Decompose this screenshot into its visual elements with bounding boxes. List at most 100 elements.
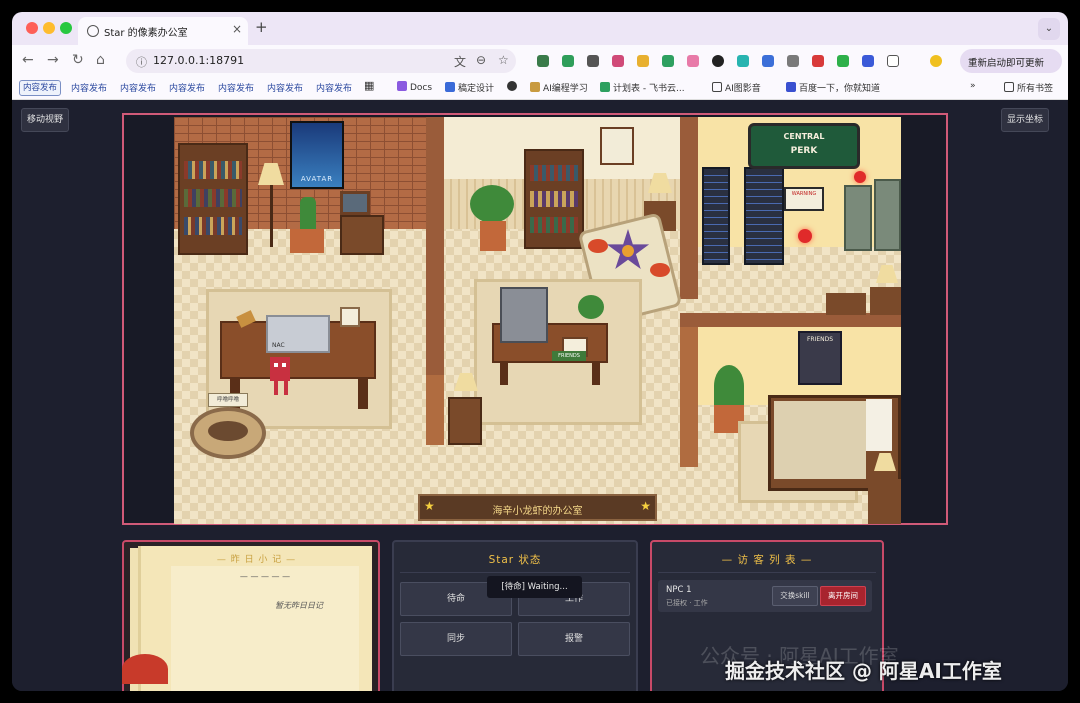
bookmark-content-publish[interactable]: 内容发布 <box>120 81 156 94</box>
bookmark-content-publish[interactable]: 内容发布 <box>71 81 107 94</box>
bookmark-docs[interactable]: Docs <box>397 81 432 93</box>
profile-avatar[interactable] <box>930 55 942 67</box>
maximize-window-button[interactable] <box>60 22 72 34</box>
active-tab[interactable]: Star 的像素办公室 × <box>78 17 248 45</box>
tab-bar: Star 的像素办公室 × + ⌄ <box>12 12 1068 45</box>
crab-claw <box>588 239 608 253</box>
state-sync-button[interactable]: 同步 <box>400 622 512 656</box>
extension-icon[interactable] <box>537 55 549 67</box>
url-text[interactable]: 127.0.0.1:18791 <box>153 54 244 67</box>
globe-icon <box>507 81 517 91</box>
new-tab-button[interactable]: + <box>255 18 268 36</box>
back-arrow-icon[interactable]: ← <box>22 52 34 68</box>
state-alarm-button[interactable]: 报警 <box>518 622 630 656</box>
update-button-label: 重新启动即可更新 <box>968 58 1045 69</box>
extension-icon[interactable] <box>612 55 624 67</box>
extensions-puzzle-icon[interactable] <box>887 55 899 67</box>
bookmark-ai-learning[interactable]: AI编程学习 <box>530 81 588 94</box>
show-coords-button[interactable]: 显示坐标 <box>1001 108 1049 132</box>
leave-room-button[interactable]: 离开房间 <box>820 586 866 606</box>
central-perk-sign: CENTRAL PERK <box>748 123 860 169</box>
minimize-window-button[interactable] <box>43 22 55 34</box>
character-eye <box>282 363 286 367</box>
bookmark-content-publish[interactable]: 内容发布 <box>267 81 303 94</box>
reload-icon[interactable]: ↻ <box>72 52 84 68</box>
nightstand <box>868 479 901 524</box>
pixel-office-scene[interactable]: AVATAR NAC 呼噜呼噜 FRIENDS CENTRAL PERK WAR… <box>174 117 901 524</box>
extension-icon[interactable] <box>837 55 849 67</box>
zoom-icon[interactable]: ⊖ <box>476 53 486 67</box>
books <box>184 217 242 235</box>
books <box>530 165 578 181</box>
bookmark-plan[interactable]: 计划表 - 飞书云... <box>600 81 685 94</box>
bookmark-plan-label: 计划表 - 飞书云... <box>613 84 685 94</box>
table-leg <box>500 363 508 385</box>
extension-icon[interactable] <box>587 55 599 67</box>
sign-line2: PERK <box>790 146 818 156</box>
bookmark-ai-image[interactable]: AI图影音 <box>712 81 761 94</box>
swap-skill-button[interactable]: 交换skill <box>772 586 818 606</box>
extension-icon[interactable] <box>637 55 649 67</box>
baidu-icon <box>786 82 796 92</box>
bookmark-ai-image-label: AI图影音 <box>725 84 761 94</box>
side-table <box>448 397 482 445</box>
extension-icon[interactable] <box>737 55 749 67</box>
extension-icon[interactable] <box>787 55 799 67</box>
character-leg <box>274 381 278 395</box>
tab-search-button[interactable]: ⌄ <box>1038 18 1060 40</box>
sleeping-pet[interactable] <box>208 421 248 441</box>
forward-arrow-icon[interactable]: → <box>47 52 59 68</box>
computer-monitor[interactable]: NAC <box>266 315 330 353</box>
extension-icon[interactable] <box>762 55 774 67</box>
bed-blanket <box>774 401 866 479</box>
mushroom-decoration <box>122 654 168 684</box>
apps-grid-icon[interactable]: ▦ <box>364 79 374 92</box>
filing-cabinet <box>844 185 872 251</box>
alarm-light <box>798 229 812 243</box>
extension-icon[interactable] <box>687 55 699 67</box>
folder-icon <box>530 82 540 92</box>
divider-wall <box>426 375 444 445</box>
character-eye <box>274 363 278 367</box>
translate-icon[interactable]: 文 <box>454 53 466 70</box>
home-icon[interactable]: ⌂ <box>96 52 105 68</box>
extension-icon[interactable] <box>662 55 674 67</box>
bookmark-content-publish[interactable]: 内容发布 <box>169 81 205 94</box>
bookmark-content-publish[interactable]: 内容发布 <box>19 80 62 96</box>
diary-page: — — — — — 暂无昨日日记 <box>171 566 359 691</box>
page-content: 移动视野 显示坐标 AVATAR NAC 呼噜呼噜 FRIENDS CENTRA… <box>12 100 1068 691</box>
filing-cabinet <box>874 179 901 251</box>
tab-title: Star 的像素办公室 <box>104 28 188 39</box>
extension-icon[interactable] <box>812 55 824 67</box>
red-pixel-character[interactable] <box>270 357 290 381</box>
small-plant <box>578 295 604 319</box>
extension-icon[interactable] <box>712 55 724 67</box>
friends-poster: FRIENDS <box>798 331 842 385</box>
docs-icon <box>397 81 407 91</box>
more-bookmarks-icon[interactable]: » <box>970 81 976 91</box>
bookmark-content-publish[interactable]: 内容发布 <box>316 81 352 94</box>
extension-icon[interactable] <box>862 55 874 67</box>
move-view-button[interactable]: 移动视野 <box>21 108 69 132</box>
diary-empty-text: 暂无昨日日记 <box>275 601 323 610</box>
site-info-icon[interactable]: ⓘ <box>136 54 147 70</box>
bookmark-design[interactable]: 稿定设计 <box>445 81 494 94</box>
extension-icon[interactable] <box>562 55 574 67</box>
side-table <box>340 215 384 255</box>
bookmark-star-icon[interactable]: ☆ <box>498 53 509 67</box>
close-tab-icon[interactable]: × <box>232 22 242 36</box>
friends-wall-sign <box>600 127 634 165</box>
mug-label: FRIENDS <box>552 351 586 361</box>
address-bar[interactable]: ⓘ 127.0.0.1:18791 文 ⊖ ☆ <box>126 49 516 73</box>
npc-status: 已接权 · 工作 <box>666 599 708 607</box>
bookmark-content-publish[interactable]: 内容发布 <box>218 81 254 94</box>
status-panel-title: Star 状态 <box>488 554 542 566</box>
globe-bookmark-icon[interactable] <box>507 81 520 93</box>
close-window-button[interactable] <box>26 22 38 34</box>
update-button[interactable]: 重新启动即可更新 <box>960 49 1062 73</box>
all-bookmarks[interactable]: 所有书签 <box>1004 81 1053 94</box>
server-rack[interactable] <box>702 167 730 265</box>
server-rack[interactable] <box>744 167 784 265</box>
espresso-machine[interactable] <box>500 287 548 343</box>
bookmark-baidu[interactable]: 百度一下，你就知道 <box>786 81 880 94</box>
